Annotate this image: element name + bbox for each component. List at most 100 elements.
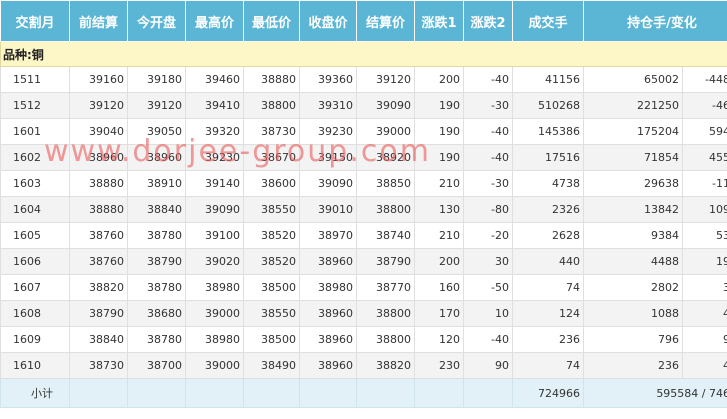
column-header-prev-settlement[interactable]: 前结算 (69, 0, 128, 42)
cell-change2: -20 (463, 222, 513, 249)
cell-low: 38490 (243, 352, 300, 379)
column-header-open-interest[interactable]: 持仓手/变化 (583, 0, 727, 42)
column-header-open[interactable]: 今开盘 (127, 0, 186, 42)
table-row[interactable]: 1609 38840 38780 38980 38500 38960 38800 120 -40… (0, 326, 727, 353)
cell-volume: 74 (512, 274, 584, 301)
column-header-volume[interactable]: 成交手 (512, 0, 584, 42)
cell-low: 38730 (243, 118, 300, 145)
cell-change1: 170 (414, 300, 464, 327)
cell-delivery-month: 1602 (0, 144, 70, 171)
header-row: 交割月 前结算 今开盘 最高价 最低价 收盘价 结算价 涨跌1 涨跌2 成交手 … (0, 0, 727, 42)
cell-low: 38520 (243, 248, 300, 275)
subtotal-empty-cell (299, 378, 357, 408)
cell-open-interest: 29638 (583, 170, 683, 197)
cell-high: 39140 (185, 170, 244, 197)
cell-close: 38980 (299, 274, 357, 301)
table-row[interactable]: 1601 39040 39050 39320 38730 39230 39000 190 -40… (0, 118, 727, 145)
cell-low: 38880 (243, 66, 300, 93)
cell-low: 38550 (243, 196, 300, 223)
cell-settlement: 38800 (356, 326, 415, 353)
column-header-delivery-month[interactable]: 交割月 (0, 0, 70, 42)
cell-high: 39460 (185, 66, 244, 93)
table-row[interactable]: 1610 38730 38700 39000 38490 38960 38820 230 90 7… (0, 352, 727, 379)
table-row[interactable]: 1608 38790 38680 39000 38550 38960 38800 170 10 1… (0, 300, 727, 327)
cell-open: 39050 (127, 118, 186, 145)
column-header-settlement[interactable]: 结算价 (356, 0, 415, 42)
cell-change1: 210 (414, 222, 464, 249)
cell-delivery-month: 1604 (0, 196, 70, 223)
cell-open: 39120 (127, 92, 186, 119)
cell-oi-change: 190 (682, 248, 727, 275)
cell-volume: 2628 (512, 222, 584, 249)
cell-prev-settlement: 38960 (69, 144, 128, 171)
table-row[interactable]: 1512 39120 39120 39410 38800 39310 39090 190 -30… (0, 92, 727, 119)
subtotal-label: 小计 (0, 378, 70, 408)
cell-open-interest: 4488 (583, 248, 683, 275)
cell-open-interest: 13842 (583, 196, 683, 223)
cell-change2: -80 (463, 196, 513, 223)
cell-open-interest: 65002 (583, 66, 683, 93)
column-header-change1[interactable]: 涨跌1 (414, 0, 464, 42)
cell-settlement: 38850 (356, 170, 415, 197)
cell-settlement: 38770 (356, 274, 415, 301)
cell-volume: 440 (512, 248, 584, 275)
cell-low: 38670 (243, 144, 300, 171)
variety-row: 品种:铜 (0, 41, 727, 67)
cell-oi-change: -466 (682, 92, 727, 119)
cell-prev-settlement: 38790 (69, 300, 128, 327)
cell-low: 38600 (243, 170, 300, 197)
cell-settlement: 38790 (356, 248, 415, 275)
table-row[interactable]: 1606 38760 38790 39020 38520 38960 38790 200 30 4… (0, 248, 727, 275)
table-row[interactable]: 1605 38760 38780 39100 38520 38970 38740 210 -20… (0, 222, 727, 249)
cell-open-interest: 2802 (583, 274, 683, 301)
cell-volume: 2326 (512, 196, 584, 223)
table-row[interactable]: 1607 38820 38780 38980 38500 38980 38770 160 -50… (0, 274, 727, 301)
cell-open-interest: 1088 (583, 300, 683, 327)
variety-label: 品种:铜 (0, 41, 727, 67)
cell-high: 39090 (185, 196, 244, 223)
cell-prev-settlement: 38760 (69, 222, 128, 249)
table-row[interactable]: 1511 39160 39180 39460 38880 39360 39120 200 -40… (0, 66, 727, 93)
table-row[interactable]: 1602 38960 38960 39230 38670 39150 38920 190 -40… (0, 144, 727, 171)
cell-change2: 90 (463, 352, 513, 379)
cell-change1: 190 (414, 118, 464, 145)
cell-settlement: 38800 (356, 300, 415, 327)
cell-low: 38500 (243, 274, 300, 301)
cell-volume: 4738 (512, 170, 584, 197)
cell-low: 38800 (243, 92, 300, 119)
cell-delivery-month: 1608 (0, 300, 70, 327)
cell-close: 39010 (299, 196, 357, 223)
cell-volume: 510268 (512, 92, 584, 119)
subtotal-empty-cell (185, 378, 244, 408)
cell-close: 39230 (299, 118, 357, 145)
cell-oi-change: 536 (682, 222, 727, 249)
cell-oi-change: 5940 (682, 118, 727, 145)
cell-open: 38780 (127, 326, 186, 353)
cell-open: 39180 (127, 66, 186, 93)
cell-settlement: 39120 (356, 66, 415, 93)
column-header-low[interactable]: 最低价 (243, 0, 300, 42)
table-row[interactable]: 1604 38880 38840 39090 38550 39010 38800 130 -80… (0, 196, 727, 223)
cell-close: 39360 (299, 66, 357, 93)
cell-oi-change: -118 (682, 170, 727, 197)
cell-high: 39000 (185, 300, 244, 327)
cell-close: 38960 (299, 326, 357, 353)
cell-delivery-month: 1511 (0, 66, 70, 93)
cell-close: 38960 (299, 248, 357, 275)
column-header-change2[interactable]: 涨跌2 (463, 0, 513, 42)
cell-volume: 17516 (512, 144, 584, 171)
futures-quote-panel: 交割月 前结算 今开盘 最高价 最低价 收盘价 结算价 涨跌1 涨跌2 成交手 … (0, 0, 727, 419)
column-header-high[interactable]: 最高价 (185, 0, 244, 42)
cell-open: 38780 (127, 274, 186, 301)
subtotal-empty-cell (69, 378, 128, 408)
cell-change2: -40 (463, 326, 513, 353)
cell-volume: 74 (512, 352, 584, 379)
cell-oi-change: 48 (682, 300, 727, 327)
futures-table: 交割月 前结算 今开盘 最高价 最低价 收盘价 结算价 涨跌1 涨跌2 成交手 … (0, 0, 727, 408)
cell-settlement: 38740 (356, 222, 415, 249)
cell-open-interest: 175204 (583, 118, 683, 145)
table-row[interactable]: 1603 38880 38910 39140 38600 39090 38850 210 -30… (0, 170, 727, 197)
cell-open: 38840 (127, 196, 186, 223)
cell-high: 38980 (185, 274, 244, 301)
column-header-close[interactable]: 收盘价 (299, 0, 357, 42)
